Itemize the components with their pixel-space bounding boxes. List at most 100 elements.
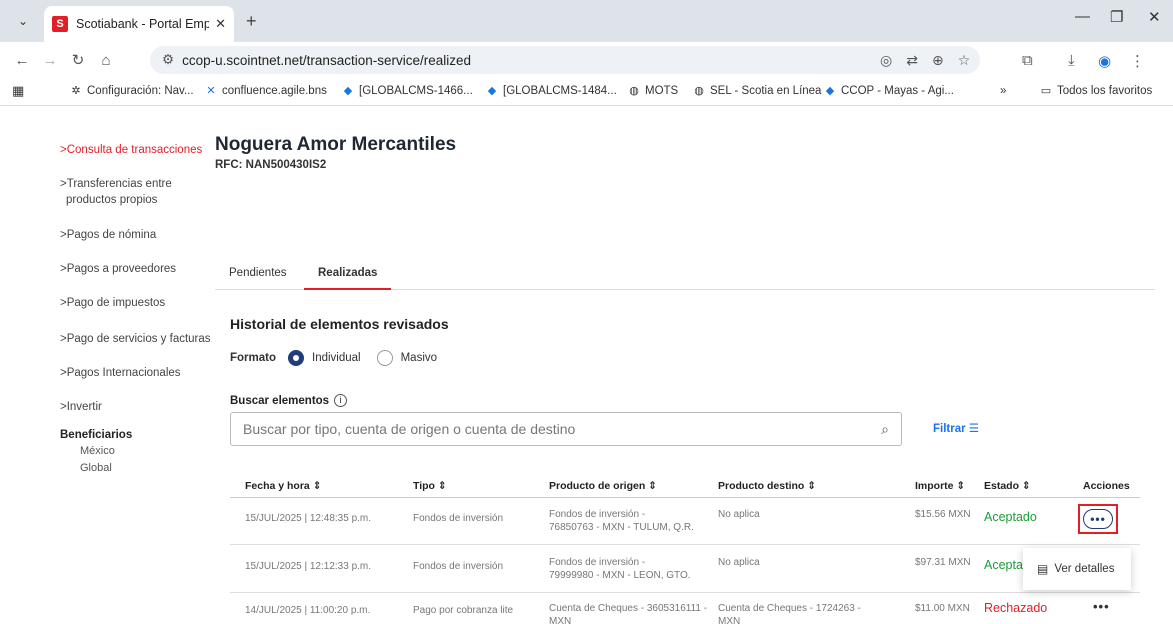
folder-icon: ▭ [1040,85,1052,97]
radio-individual[interactable] [288,350,304,366]
history-title: Historial de elementos revisados [230,316,449,332]
sidebar-item-proveedores[interactable]: >Pagos a proveedores [60,261,176,277]
address-bar-row: ← → ↻ ⌂ ⚙ ccop-u.scointnet.net/transacti… [0,42,1173,78]
sidebar-item-servicios[interactable]: >Pago de servicios y facturas [60,331,211,347]
restore-icon[interactable]: ❐ [1110,8,1123,26]
radio-masivo-label: Masivo [400,352,438,364]
sidebar-item-transferencias[interactable]: >Transferencias entre productos propios [60,176,172,208]
more-dots-icon[interactable]: ••• [1093,600,1110,613]
apps-grid-icon[interactable]: ▦ [12,83,24,99]
sidebar-item-invertir[interactable]: >Invertir [60,399,102,415]
cell-origen: Fondos de inversión -76850763 - MXN - TU… [549,509,694,533]
translate-icon[interactable]: ⇄ [906,52,918,69]
sidebar-sub-global[interactable]: Global [80,462,112,474]
bookmark-mots[interactable]: ◍ MOTS [628,85,678,97]
zoom-icon[interactable]: ⊕ [932,52,944,69]
info-icon[interactable]: i [334,394,348,407]
status-badge: Aceptado [984,510,1037,524]
cell-fecha: 15/JUL/2025 | 12:12:33 p.m. [245,561,372,572]
cell-tipo: Fondos de inversión [413,561,504,572]
sidebar-sub-mexico[interactable]: México [80,445,115,457]
star-icon[interactable]: ☆ [958,52,971,69]
bookmarks-bar: ▦ ✲ Configuración: Nav... ✕ confluence.agi… [0,78,1173,106]
status-badge: Acepta [984,558,1023,572]
close-window-icon[interactable]: ✕ [1148,8,1161,26]
row-actions-button[interactable]: ••• [1078,504,1118,534]
search-icon[interactable]: ⌕ [881,421,889,438]
table-row: 14/JUL/2025 | 11:00:20 p.m. Pago por cob… [230,594,1140,624]
search-input[interactable]: Buscar por tipo, cuenta de origen o cuen… [230,412,902,446]
jira-diamond-icon: ◆ [825,85,835,97]
cell-tipo: Fondos de inversión [413,513,504,524]
col-fecha[interactable]: Fecha y hora ⇕ [245,480,322,492]
home-icon[interactable]: ⌂ [94,52,118,69]
col-origen[interactable]: Producto de origen ⇕ [549,480,657,492]
new-tab-icon[interactable]: + [246,11,257,32]
col-destino[interactable]: Producto destino ⇕ [718,480,816,492]
bookmark-globalcms-1484[interactable]: ◆ [GLOBALCMS-1484... [486,85,617,97]
actions-popup: ▤ Ver detalles [1023,548,1131,590]
globe-icon: ◍ [694,85,704,97]
col-estado[interactable]: Estado ⇕ [984,480,1031,492]
cell-fecha: 14/JUL/2025 | 11:00:20 p.m. [245,605,371,616]
url-field[interactable]: ⚙ ccop-u.scointnet.net/transaction-servi… [150,46,980,74]
col-importe[interactable]: Importe ⇕ [915,480,965,492]
profile-icon[interactable]: ◉ [1098,52,1111,70]
status-badge: Rechazado [984,601,1048,615]
confluence-icon: ✕ [206,85,216,97]
url-text: ccop-u.scointnet.net/transaction-service… [182,52,472,68]
minimize-icon[interactable]: — [1075,8,1090,25]
all-bookmarks[interactable]: ▭ Todos los favoritos [1040,85,1152,97]
formato-row: Formato Individual Masivo [230,350,437,366]
browser-tab-bar: ⌄ S Scotiabank - Portal Empresas ✕ + — ❐… [0,0,1173,42]
rfc-label: RFC: NAN500430IS2 [215,159,327,171]
cell-fecha: 15/JUL/2025 | 12:48:35 p.m. [245,513,372,524]
bookmark-sel[interactable]: ◍ SEL - Scotia en Línea [693,85,821,97]
browser-tab[interactable]: S Scotiabank - Portal Empresas ✕ [44,6,234,42]
tab-title: Scotiabank - Portal Empresas [76,17,210,31]
jira-diamond-icon: ◆ [487,85,497,97]
back-icon[interactable]: ← [10,52,34,69]
sidebar-beneficiarios[interactable]: Beneficiarios [60,427,132,443]
bookmark-confluence[interactable]: ✕ confluence.agile.bns [205,85,326,97]
tab-realizadas[interactable]: Realizadas [304,256,392,290]
forward-icon[interactable]: → [38,52,62,69]
cell-importe: $11.00 MXN [915,603,970,614]
col-tipo[interactable]: Tipo ⇕ [413,480,447,492]
download-icon[interactable]: ⤓ [1068,52,1075,69]
search-placeholder: Buscar por tipo, cuenta de origen o cuen… [243,421,576,437]
table-header: Fecha y hora ⇕ Tipo ⇕ Producto de origen… [230,468,1140,498]
cell-tipo: Pago por cobranza lite [413,605,514,616]
cell-origen: Cuenta de Cheques - 3605316111 - MXN [549,603,708,624]
url-actions: ◎ ⇄ ⊕ ☆ [880,46,970,74]
radio-individual-label: Individual [312,352,361,364]
tab-pendientes[interactable]: Pendientes [215,256,301,290]
table-row: 15/JUL/2025 | 12:48:35 p.m. Fondos de in… [230,498,1140,545]
reload-icon[interactable]: ↻ [66,51,90,69]
bookmark-globalcms-1466[interactable]: ◆ [GLOBALCMS-1466... [342,85,473,97]
scotiabank-favicon: S [52,16,68,32]
cell-importe: $15.56 MXN [915,509,971,520]
sidebar-item-consulta[interactable]: >Consulta de transacciones [60,142,202,158]
bookmark-configuracion[interactable]: ✲ Configuración: Nav... [70,85,193,97]
tab-search-chevron-icon[interactable]: ⌄ [10,8,36,34]
radio-masivo[interactable] [376,350,393,366]
location-icon[interactable]: ◎ [880,52,892,69]
more-bookmarks-icon[interactable]: » [1000,85,1006,97]
site-info-icon[interactable]: ⚙ [162,52,174,68]
close-tab-icon[interactable]: ✕ [215,16,226,32]
cell-origen: Fondos de inversión -79999980 - MXN - LE… [549,557,691,581]
extensions-icon[interactable]: ⧉ [1022,52,1033,69]
cell-destino: Cuenta de Cheques - 1724263 - MXN [718,603,861,624]
page-title: Noguera Amor Mercantiles [215,134,457,155]
menu-kebab-icon[interactable]: ⋮ [1130,52,1145,70]
sidebar-item-impuestos[interactable]: >Pago de impuestos [60,295,165,311]
cell-destino: No aplica [718,557,760,568]
jira-diamond-icon: ◆ [343,85,353,97]
ver-detalles-option[interactable]: Ver detalles [1054,563,1114,575]
bookmark-ccop[interactable]: ◆ CCOP - Mayas - Agi... [824,85,954,97]
sidebar-item-nomina[interactable]: >Pagos de nómina [60,227,156,243]
sidebar-item-internacionales[interactable]: >Pagos Internacionales [60,365,181,381]
filter-button[interactable]: Filtrar ☰ [933,421,979,435]
more-dots-icon: ••• [1083,509,1113,529]
